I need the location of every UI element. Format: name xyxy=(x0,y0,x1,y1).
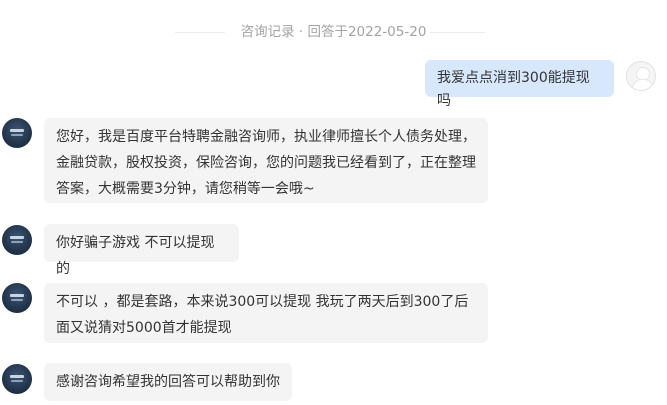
asker-message-bubble: 你好骗子游戏 不可以提现的 xyxy=(44,224,239,277)
message-line: 感谢咨询希望我的回答可以帮助到你 xyxy=(56,374,280,390)
advisor-message-bubble: 感谢咨询希望我的回答可以帮助到你 xyxy=(44,363,292,401)
asker-avatar-icon xyxy=(2,283,32,313)
message-line: 面又说猜对5000首才能提现 xyxy=(56,320,232,336)
asker-avatar-icon xyxy=(2,225,32,255)
message-line: 你好骗子游戏 不可以提现的 xyxy=(56,235,215,277)
advisor-message-bubble: 您好，我是百度平台特聘金融咨询师，执业律师擅长个人债务处理， 金融贷款，股权投资… xyxy=(44,118,488,203)
header-divider-right xyxy=(430,32,485,33)
consult-record-header: 咨询记录 · 回答于2022-05-20 xyxy=(0,22,667,42)
advisor-avatar-icon xyxy=(2,118,32,148)
message-line: 我爱点点消到300能提现吗 xyxy=(437,70,590,109)
message-line: 金融贷款，股权投资，保险咨询，您的问题我已经看到了，正在整理 xyxy=(56,155,476,171)
message-line: 您好，我是百度平台特聘金融咨询师，执业律师擅长个人债务处理， xyxy=(56,129,476,145)
advisor-avatar-icon xyxy=(2,364,32,394)
user-message-bubble: 我爱点点消到300能提现吗 xyxy=(425,60,614,109)
message-line: 不可以 ，都是套路，本来说300可以提现 我玩了两天后到300了后 xyxy=(56,294,469,310)
message-line: 答案，大概需要3分钟，请您稍等一会哦~ xyxy=(56,181,315,197)
user-avatar-icon xyxy=(626,61,656,91)
asker-message-bubble: 不可以 ，都是套路，本来说300可以提现 我玩了两天后到300了后 面又说猜对5… xyxy=(44,283,488,343)
consult-record-title: 咨询记录 · 回答于2022-05-20 xyxy=(240,24,427,40)
